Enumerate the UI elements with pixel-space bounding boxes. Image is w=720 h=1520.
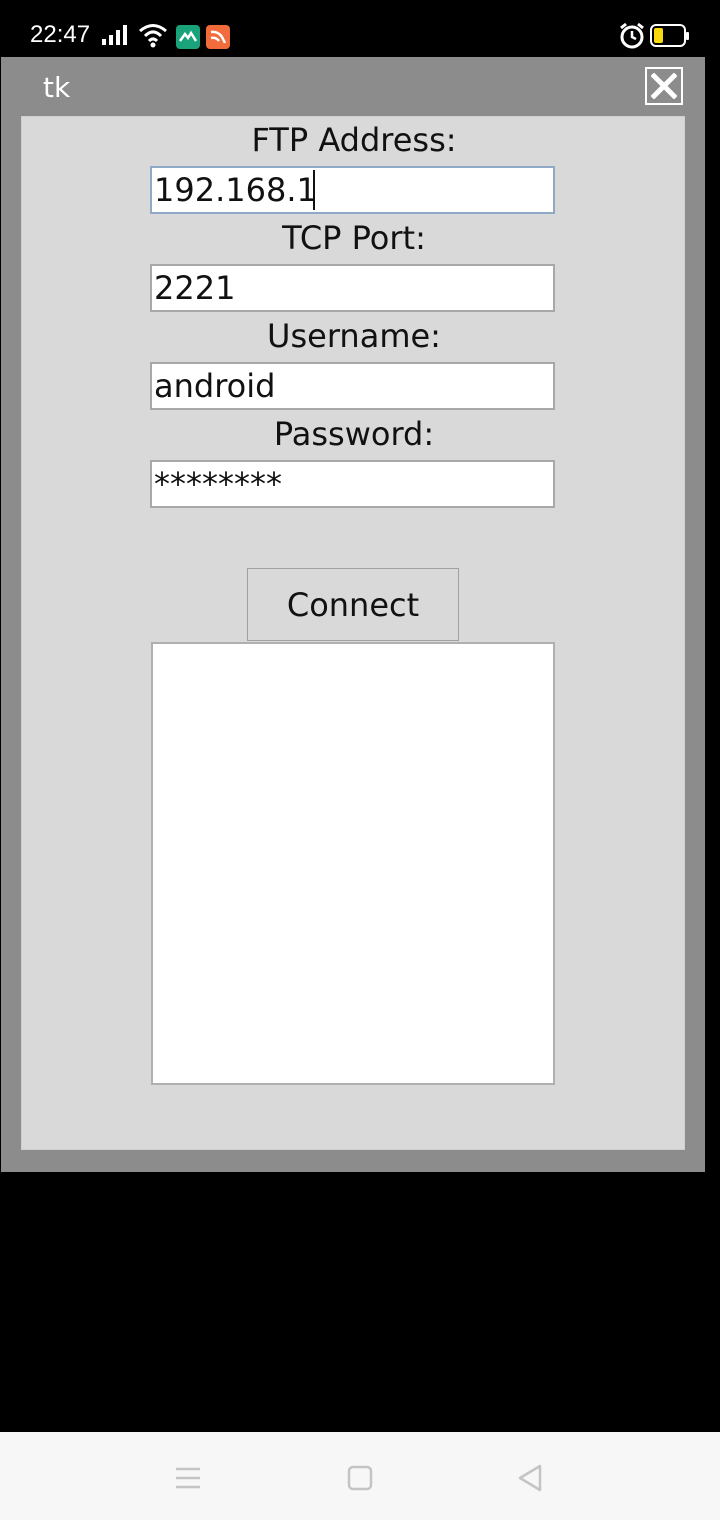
connect-button[interactable]: Connect	[247, 568, 459, 641]
navigation-bar	[0, 1432, 720, 1520]
back-icon	[518, 1464, 542, 1492]
close-icon	[651, 73, 677, 99]
home-button[interactable]	[342, 1460, 378, 1496]
tcp-port-input[interactable]	[150, 264, 555, 312]
recent-apps-button[interactable]	[170, 1460, 206, 1496]
menu-icon	[176, 1467, 200, 1489]
window-title: tk	[43, 71, 71, 104]
back-button[interactable]	[512, 1460, 548, 1496]
tk-window: tk FTP Address: TCP Port: Username: Pass…	[1, 57, 705, 1172]
status-time: 22:47	[30, 21, 91, 48]
username-label: Username:	[267, 317, 441, 355]
password-label: Password:	[273, 415, 435, 453]
alarm-icon	[620, 22, 644, 49]
status-bar: 22:47	[0, 0, 720, 56]
close-button[interactable]	[645, 67, 683, 105]
ftp-address-input[interactable]	[150, 166, 555, 214]
tcp-port-label: TCP Port:	[282, 219, 426, 257]
signal-icon	[102, 25, 127, 45]
app-notification-icon	[206, 25, 230, 49]
username-input[interactable]	[150, 362, 555, 410]
text-caret	[313, 170, 315, 210]
window-titlebar[interactable]: tk	[1, 57, 705, 115]
battery-icon	[650, 24, 689, 47]
ftp-address-label: FTP Address:	[251, 121, 457, 159]
password-input[interactable]	[150, 460, 555, 508]
wifi-icon	[139, 24, 167, 48]
app-notification-icon	[176, 25, 200, 49]
output-textbox[interactable]	[151, 642, 555, 1085]
home-icon	[347, 1465, 373, 1491]
form-panel: FTP Address: TCP Port: Username: Passwor…	[21, 116, 685, 1150]
